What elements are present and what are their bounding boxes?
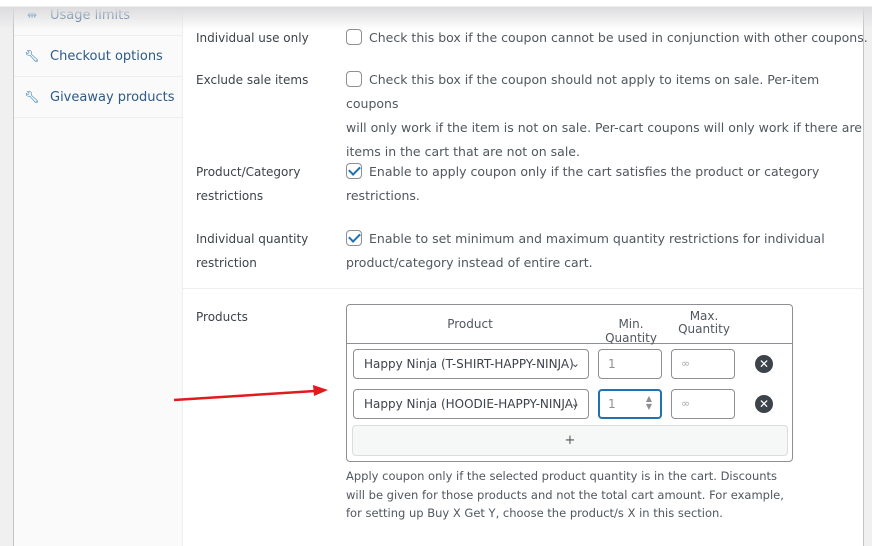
arrow-shaft — [173, 389, 316, 402]
arrow-head — [313, 385, 328, 396]
annotation-arrow — [173, 385, 328, 402]
